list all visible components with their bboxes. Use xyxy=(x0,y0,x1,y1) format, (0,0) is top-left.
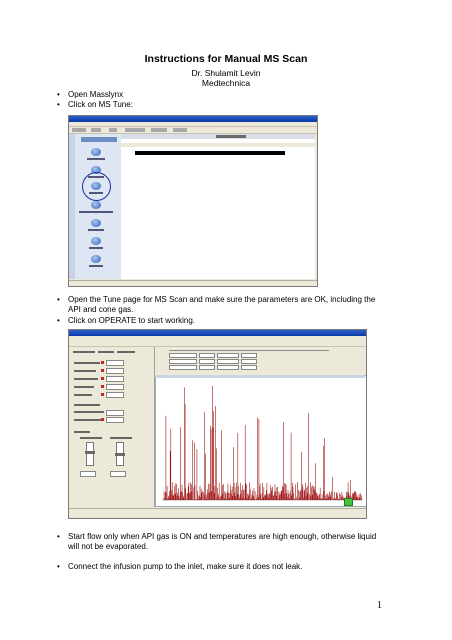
tab-label xyxy=(117,351,135,353)
table-cell[interactable] xyxy=(241,359,257,364)
step-start-flow: • Start flow only when API gas is ON and… xyxy=(57,532,377,551)
icon-label xyxy=(89,247,103,249)
step-open-tune-page: • Open the Tune page for MS Scan and mak… xyxy=(57,295,376,314)
status-led xyxy=(101,369,104,372)
param-label xyxy=(74,370,96,372)
table-cell[interactable] xyxy=(199,359,215,364)
param-label xyxy=(74,411,104,413)
sidebar-header xyxy=(81,137,117,142)
operate-indicator[interactable] xyxy=(344,498,353,506)
bullet-icon: • xyxy=(57,532,60,541)
bullet-icon: • xyxy=(57,316,60,325)
param-field[interactable] xyxy=(106,376,124,382)
desolvation-temp-field[interactable] xyxy=(106,417,124,423)
param-label xyxy=(74,386,94,388)
table-cell[interactable] xyxy=(217,353,239,358)
tune-parameters-panel xyxy=(70,347,155,507)
icon-label xyxy=(87,158,105,160)
param-field[interactable] xyxy=(106,368,124,374)
cone-gas-slider[interactable] xyxy=(115,442,125,466)
tune-window-screenshot xyxy=(68,329,367,519)
param-label xyxy=(74,362,100,364)
options-icon[interactable] xyxy=(91,255,101,263)
gas-label xyxy=(110,437,132,439)
param-field[interactable] xyxy=(106,392,124,398)
tab-label xyxy=(73,351,95,353)
param-field[interactable] xyxy=(106,360,124,366)
instrument-icon[interactable] xyxy=(91,148,101,156)
table-cell[interactable] xyxy=(199,365,215,370)
param-label xyxy=(74,378,98,380)
page-number: 1 xyxy=(377,600,382,611)
icon-label xyxy=(88,229,104,231)
icon-label xyxy=(89,265,103,267)
param-label xyxy=(74,394,92,396)
gas-value-field[interactable] xyxy=(80,471,96,477)
section-label xyxy=(74,431,90,433)
section-label xyxy=(74,404,100,406)
status-bar xyxy=(69,508,366,518)
bullet-icon: • xyxy=(57,90,60,99)
param-field[interactable] xyxy=(106,384,124,390)
param-label xyxy=(74,419,104,421)
gas-label xyxy=(80,437,102,439)
status-led xyxy=(101,418,104,421)
table-cell[interactable] xyxy=(217,365,239,370)
table-cell[interactable] xyxy=(169,353,197,358)
gas-value-field[interactable] xyxy=(110,471,126,477)
table-cell[interactable] xyxy=(169,365,197,370)
queue-toolbar xyxy=(121,143,315,147)
bullet-icon: • xyxy=(57,562,60,571)
status-led xyxy=(101,377,104,380)
document-organization: Medtechnica xyxy=(201,78,251,88)
spectrum-svg xyxy=(162,385,363,501)
startup-icon[interactable] xyxy=(91,237,101,245)
table-cell[interactable] xyxy=(217,359,239,364)
queue-pane xyxy=(121,134,315,279)
queue-header xyxy=(121,134,315,139)
status-bar xyxy=(69,280,317,286)
lc-icon[interactable] xyxy=(91,201,101,209)
document-author: Dr. Shulamit Levin xyxy=(191,68,261,78)
queue-row[interactable] xyxy=(135,151,285,155)
table-cell[interactable] xyxy=(199,353,215,358)
toolbar xyxy=(69,127,317,134)
status-led xyxy=(101,393,104,396)
masslynx-screenshot xyxy=(68,115,318,287)
plot-header xyxy=(155,375,365,378)
table-cell[interactable] xyxy=(241,353,257,358)
bullet-icon: • xyxy=(57,295,60,304)
shutdown-icon[interactable] xyxy=(91,219,101,227)
table-cell[interactable] xyxy=(169,359,197,364)
toolbar xyxy=(69,340,366,347)
table-cell[interactable] xyxy=(241,365,257,370)
status-led xyxy=(101,361,104,364)
scan-function-table xyxy=(155,347,365,374)
source-temp-field[interactable] xyxy=(106,410,124,416)
status-led xyxy=(101,385,104,388)
step-open-masslynx: • Open Masslynx xyxy=(57,90,124,99)
step-click-ms-tune: • Click on MS Tune: xyxy=(57,100,133,109)
document-title: Instructions for Manual MS Scan xyxy=(144,53,308,65)
spectrum-plot xyxy=(155,375,366,507)
tab-label xyxy=(98,351,114,353)
step-click-operate: • Click on OPERATE to start working. xyxy=(57,316,195,325)
desolvation-gas-slider[interactable] xyxy=(85,442,95,466)
highlight-circle xyxy=(82,172,111,201)
icon-label xyxy=(79,211,113,213)
table-header xyxy=(169,350,329,351)
step-connect-pump: • Connect the infusion pump to the inlet… xyxy=(57,562,303,571)
bullet-icon: • xyxy=(57,100,60,109)
